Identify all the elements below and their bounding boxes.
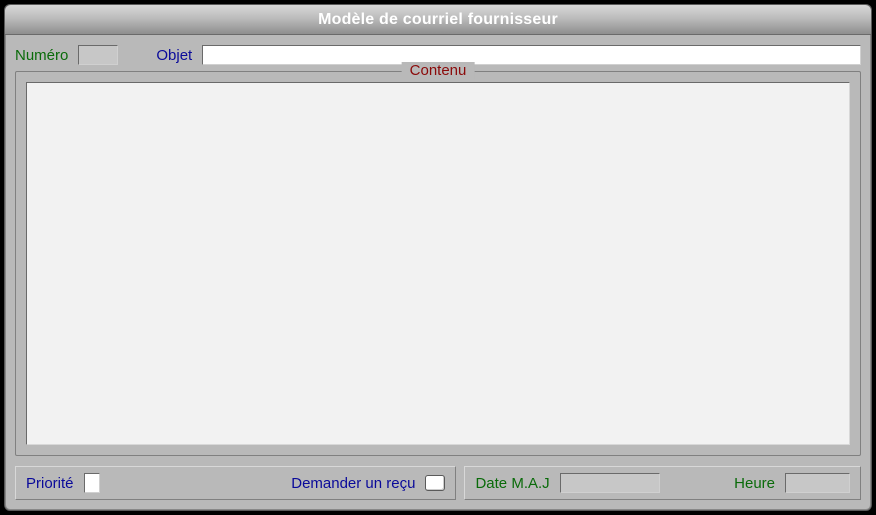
number-field	[78, 45, 118, 65]
number-label: Numéro	[15, 47, 68, 64]
time-field	[785, 473, 850, 493]
date-field	[560, 473, 660, 493]
date-label: Date M.A.J	[475, 475, 549, 492]
content-fieldset: Contenu	[15, 71, 861, 456]
titlebar[interactable]: Modèle de courriel fournisseur	[5, 5, 871, 35]
window-title: Modèle de courriel fournisseur	[318, 11, 558, 29]
priority-field[interactable]	[84, 473, 100, 493]
footer-right-panel: Date M.A.J Heure	[464, 466, 861, 500]
dialog-window: Modèle de courriel fournisseur Numéro Ob…	[4, 4, 872, 511]
footer-left-panel: Priorité Demander un reçu	[15, 466, 456, 500]
priority-label: Priorité	[26, 475, 74, 492]
receipt-label: Demander un reçu	[291, 475, 415, 492]
receipt-checkbox[interactable]	[425, 475, 445, 491]
window-body: Numéro Objet Contenu Priorité Demander u…	[5, 35, 871, 510]
content-textarea[interactable]	[26, 82, 850, 445]
footer-row: Priorité Demander un reçu Date M.A.J Heu…	[15, 466, 861, 500]
subject-label: Objet	[156, 47, 192, 64]
subject-input[interactable]	[202, 45, 861, 65]
content-legend: Contenu	[402, 62, 475, 79]
time-label: Heure	[734, 475, 775, 492]
